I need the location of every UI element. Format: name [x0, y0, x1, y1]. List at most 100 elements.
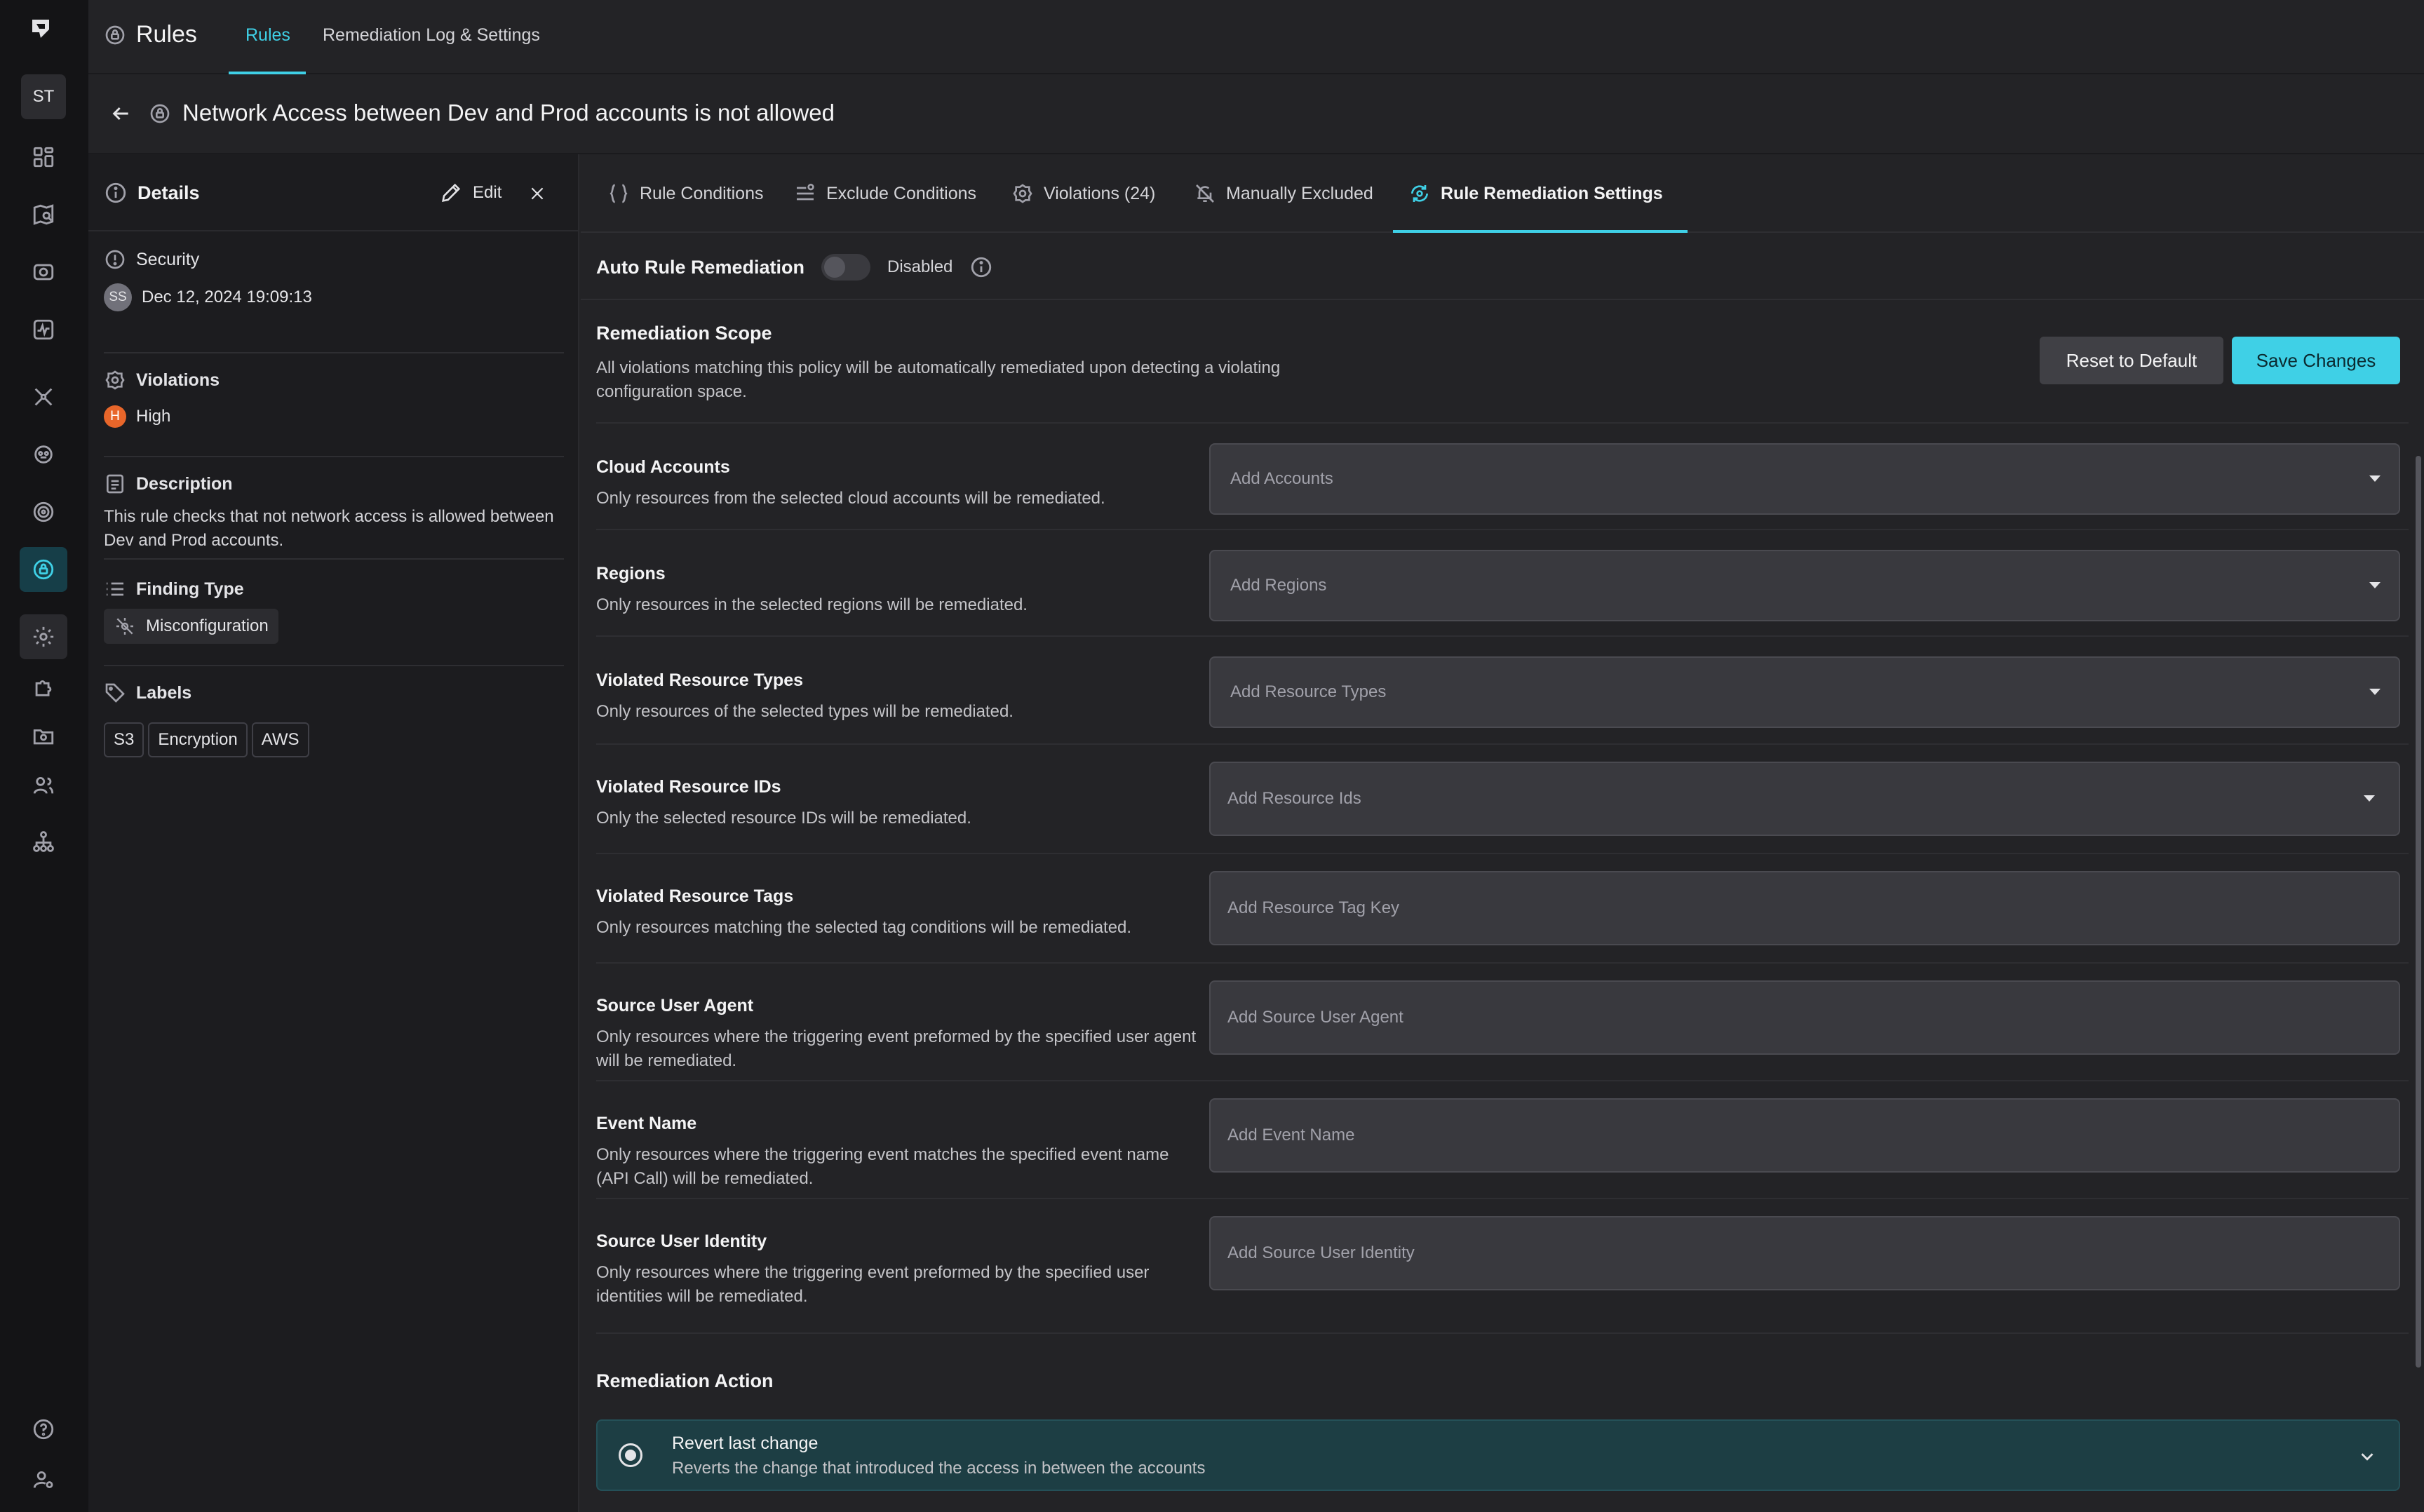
remediation-action-title: Remediation Action [596, 1370, 774, 1391]
back-arrow-icon[interactable] [109, 102, 132, 125]
finding-type-label-row: Finding Type [104, 578, 564, 600]
field-description: Only resources matching the selected tag… [596, 918, 1132, 937]
bug-icon[interactable] [20, 432, 67, 477]
resource-types-select[interactable]: Add Resource Types [1209, 656, 2400, 728]
divider [596, 635, 2409, 637]
puzzle-icon[interactable] [20, 665, 67, 710]
network-icon[interactable] [20, 374, 67, 419]
top-tab-remediation-log[interactable]: Remediation Log & Settings [323, 25, 540, 46]
tab-exclude-conditions[interactable]: Exclude Conditions [794, 181, 976, 206]
help-icon[interactable] [20, 1407, 67, 1452]
tab-rule-conditions[interactable]: Rule Conditions [607, 181, 764, 206]
field-label: Violated Resource Types [596, 670, 804, 690]
org-avatar[interactable]: ST [21, 74, 66, 119]
action-option-name: Revert last change [672, 1433, 819, 1453]
tag-icon [105, 683, 125, 703]
rules-lock-icon[interactable] [20, 547, 67, 592]
severity-badge: H [104, 405, 126, 428]
chevron-down-icon [2369, 582, 2381, 588]
tab-label: Exclude Conditions [826, 183, 977, 203]
filter-list-icon [797, 184, 814, 201]
divider [596, 422, 2409, 424]
field-placeholder: Add Resource Ids [1227, 789, 1361, 808]
description-section: Description This rule checks that not ne… [104, 459, 564, 560]
description-text: This rule checks that not network access… [104, 507, 554, 550]
security-section: Security SS Dec 12, 2024 19:09:13 [104, 248, 564, 353]
app-title: Rules [136, 21, 197, 48]
reset-to-default-button[interactable]: Reset to Default [2040, 337, 2223, 384]
field-label: Violated Resource IDs [596, 777, 781, 797]
list-icon [107, 582, 123, 596]
auto-remediation-toggle[interactable] [821, 254, 871, 281]
chevron-down-icon[interactable] [2357, 1446, 2378, 1467]
resource-ids-select[interactable]: Add Resource Ids [1209, 762, 2400, 836]
save-changes-button[interactable]: Save Changes [2232, 337, 2400, 384]
field-placeholder: Add Regions [1230, 576, 1327, 595]
radio-selected[interactable] [619, 1443, 642, 1467]
page-header: Network Access between Dev and Prod acco… [88, 74, 2424, 154]
finding-type-value: Misconfiguration [146, 616, 269, 635]
cloud-accounts-select[interactable]: Add Accounts [1209, 443, 2400, 515]
top-bar: Rules Rules Remediation Log & Settings [88, 0, 2424, 74]
rules-app-icon [105, 25, 125, 45]
close-icon [531, 187, 544, 200]
radar-icon[interactable] [20, 490, 67, 534]
map-search-icon[interactable] [20, 192, 67, 237]
field-placeholder: Add Resource Tag Key [1227, 898, 1400, 917]
close-details-button[interactable] [523, 180, 551, 208]
left-rail: ST [0, 0, 88, 1512]
app-logo-icon[interactable] [29, 17, 53, 42]
resource-tag-key-input[interactable]: Add Resource Tag Key [1209, 871, 2400, 945]
edit-button[interactable]: Edit [439, 177, 501, 209]
field-placeholder: Add Source User Identity [1227, 1243, 1415, 1262]
tab-violations[interactable]: Violations (24) [1011, 181, 1155, 206]
source-user-agent-input[interactable]: Add Source User Agent [1209, 980, 2400, 1055]
description-label-row: Description [104, 473, 564, 495]
org-chart-icon[interactable] [20, 819, 67, 864]
label-chip: S3 [104, 722, 144, 757]
divider [596, 853, 2409, 854]
tab-manually-excluded[interactable]: Manually Excluded [1194, 181, 1373, 206]
shield-alert-icon [105, 250, 125, 269]
tab-rule-remediation-settings[interactable]: Rule Remediation Settings [1408, 181, 1663, 206]
main-content: Rule Conditions Exclude Conditions Viola… [581, 154, 2424, 1512]
field-placeholder: Add Event Name [1227, 1126, 1355, 1145]
remediation-icon [1411, 185, 1428, 202]
scope-title: Remediation Scope [596, 323, 772, 344]
bell-off-icon [1196, 184, 1214, 203]
field-description: Only the selected resource IDs will be r… [596, 809, 971, 828]
source-user-identity-input[interactable]: Add Source User Identity [1209, 1216, 2400, 1290]
description-label: Description [136, 473, 233, 494]
scrollbar[interactable] [2416, 456, 2421, 1368]
field-label: Regions [596, 564, 666, 583]
activity-icon[interactable] [20, 307, 67, 352]
top-tab-rules[interactable]: Rules [245, 25, 290, 46]
regions-select[interactable]: Add Regions [1209, 550, 2400, 621]
dashboard-icon[interactable] [20, 135, 67, 180]
field-description: Only resources where the triggering even… [596, 1027, 1197, 1070]
tab-label: Rule Conditions [640, 183, 764, 203]
field-row-source-user-identity: Source User Identity Only resources wher… [596, 1216, 2409, 1328]
tab-label: Manually Excluded [1226, 183, 1373, 203]
gear-icon[interactable] [20, 614, 67, 659]
remediation-action-option[interactable]: Revert last change Reverts the change th… [596, 1419, 2400, 1491]
tab-label: Rule Remediation Settings [1441, 183, 1663, 203]
finding-type-label: Finding Type [136, 579, 244, 599]
field-row-source-user-agent: Source User Agent Only resources where t… [596, 980, 2409, 1093]
folder-gear-icon[interactable] [20, 714, 67, 759]
violations-section: Violations H High [104, 355, 564, 457]
event-name-input[interactable]: Add Event Name [1209, 1098, 2400, 1173]
label-chip: Encryption [148, 722, 248, 757]
labels-list: S3 Encryption AWS [104, 722, 564, 757]
field-description: Only resources from the selected cloud a… [596, 489, 1105, 508]
details-header: Details Edit [88, 154, 578, 231]
user-settings-icon[interactable] [20, 1457, 67, 1502]
users-icon[interactable] [20, 763, 67, 808]
field-label: Source User Identity [596, 1231, 767, 1251]
shield-camera-icon[interactable] [20, 250, 67, 295]
info-icon[interactable] [969, 255, 993, 279]
field-row-regions: Regions Only resources in the selected r… [596, 550, 2409, 645]
auto-remediation-row: Auto Rule Remediation Disabled [596, 254, 993, 281]
field-placeholder: Add Accounts [1230, 469, 1333, 488]
created-date: Dec 12, 2024 19:09:13 [142, 288, 312, 306]
